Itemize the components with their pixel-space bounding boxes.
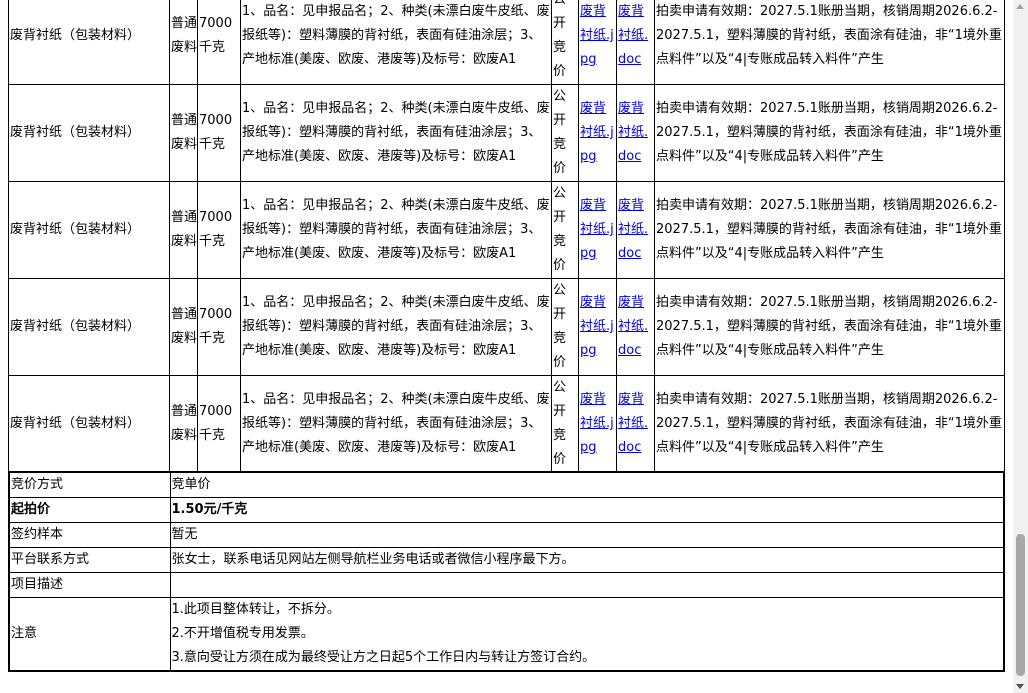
bid-method-label: 竞价方式 bbox=[8, 471, 171, 498]
scroll-down-arrow-icon[interactable] bbox=[1016, 684, 1024, 689]
description-label: 项目描述 bbox=[8, 572, 171, 598]
note-line: 1.此项目整体转让，不拆分。 bbox=[171, 602, 340, 617]
item-quantity-cell: 7000千克 bbox=[197, 181, 241, 279]
item-quantity-cell: 7000千克 bbox=[197, 84, 241, 182]
description-value bbox=[169, 572, 1005, 598]
contact-label: 平台联系方式 bbox=[8, 547, 171, 573]
item-remark-cell: 拍卖申请有效期：2027.5.1账册当期，核销周期2026.6.2-2027.5… bbox=[654, 278, 1005, 376]
item-category-cell: 普通废料 bbox=[169, 375, 198, 473]
item-doc-link[interactable]: 废背衬纸.doc bbox=[618, 295, 648, 358]
notes-cell: 1.此项目整体转让，不拆分。 2.不开增值税专用发票。 3.意向受让方须在成为最… bbox=[169, 597, 1005, 672]
item-name-cell: 废背衬纸（包装材料） bbox=[8, 0, 170, 85]
item-doc-link[interactable]: 废背衬纸.doc bbox=[618, 392, 648, 455]
table-row: 废背衬纸（包装材料） 普通废料 7000千克 1、品名：见申报品名；2、种类(未漂白废… bbox=[8, 84, 1005, 182]
item-image-link[interactable]: 废背衬纸.jpg bbox=[580, 392, 614, 455]
item-method-cell: 公开竞价 bbox=[551, 84, 579, 182]
item-method-cell: 公开竞价 bbox=[551, 375, 579, 473]
item-category-cell: 普通废料 bbox=[169, 278, 198, 376]
item-doc-link[interactable]: 废背衬纸.doc bbox=[618, 198, 648, 261]
item-doc-link-wrapper: 废背衬纸.doc bbox=[616, 375, 655, 473]
item-category-cell: 普通废料 bbox=[169, 0, 198, 85]
item-image-link-wrapper: 废背衬纸.jpg bbox=[578, 84, 617, 182]
item-image-link[interactable]: 废背衬纸.jpg bbox=[580, 101, 614, 164]
start-price-value: 1.50元/千克 bbox=[169, 497, 1005, 523]
contact-row: 平台联系方式 张女士，联系电话见网站左侧导航栏业务电话或者微信小程序最下方。 bbox=[8, 547, 1005, 573]
contact-value: 张女士，联系电话见网站左侧导航栏业务电话或者微信小程序最下方。 bbox=[169, 547, 1005, 573]
table-row: 废背衬纸（包装材料） 普通废料 7000千克 1、品名：见申报品名；2、种类(未漂白废… bbox=[8, 181, 1005, 279]
item-category-cell: 普通废料 bbox=[169, 84, 198, 182]
notes-label: 注意 bbox=[8, 597, 171, 672]
item-spec-cell: 1、品名：见申报品名；2、种类(未漂白废牛皮纸、废报纸等)：塑料薄膜的背衬纸，表… bbox=[240, 375, 552, 473]
item-quantity-cell: 7000千克 bbox=[197, 278, 241, 376]
item-name-cell: 废背衬纸（包装材料） bbox=[8, 278, 170, 376]
item-method-cell: 公开竞价 bbox=[551, 0, 579, 85]
item-image-link-wrapper: 废背衬纸.jpg bbox=[578, 0, 617, 85]
item-doc-link[interactable]: 废背衬纸.doc bbox=[618, 4, 648, 67]
note-line: 3.意向受让方须在成为最终受让方之日起5个工作日内与转让方签订合约。 bbox=[171, 650, 596, 665]
item-spec-cell: 1、品名：见申报品名；2、种类(未漂白废牛皮纸、废报纸等)：塑料薄膜的背衬纸，表… bbox=[240, 0, 552, 85]
item-doc-link-wrapper: 废背衬纸.doc bbox=[616, 84, 655, 182]
item-image-link-wrapper: 废背衬纸.jpg bbox=[578, 278, 617, 376]
item-doc-link-wrapper: 废背衬纸.doc bbox=[616, 0, 655, 85]
bid-method-value: 竞单价 bbox=[169, 471, 1005, 498]
contract-sample-row: 签约样本 暂无 bbox=[8, 522, 1005, 548]
contract-sample-value: 暂无 bbox=[169, 522, 1005, 548]
item-doc-link-wrapper: 废背衬纸.doc bbox=[616, 181, 655, 279]
item-method-cell: 公开竞价 bbox=[551, 181, 579, 279]
item-image-link-wrapper: 废背衬纸.jpg bbox=[578, 375, 617, 473]
item-name-cell: 废背衬纸（包装材料） bbox=[8, 181, 170, 279]
notes-row: 注意 1.此项目整体转让，不拆分。 2.不开增值税专用发票。 3.意向受让方须在… bbox=[8, 597, 1005, 672]
item-image-link[interactable]: 废背衬纸.jpg bbox=[580, 198, 614, 261]
item-name-cell: 废背衬纸（包装材料） bbox=[8, 375, 170, 473]
item-quantity-cell: 7000千克 bbox=[197, 375, 241, 473]
item-image-link[interactable]: 废背衬纸.jpg bbox=[580, 295, 614, 358]
item-spec-cell: 1、品名：见申报品名；2、种类(未漂白废牛皮纸、废报纸等)：塑料薄膜的背衬纸，表… bbox=[240, 278, 552, 376]
table-row: 废背衬纸（包装材料） 普通废料 7000千克 1、品名：见申报品名；2、种类(未漂白废… bbox=[8, 278, 1005, 376]
item-image-link[interactable]: 废背衬纸.jpg bbox=[580, 4, 614, 67]
item-image-link-wrapper: 废背衬纸.jpg bbox=[578, 181, 617, 279]
project-info-table: 竞价方式 竞单价 起拍价 1.50元/千克 签约样本 暂无 平台联系方式 张女士… bbox=[8, 471, 1005, 672]
item-name-cell: 废背衬纸（包装材料） bbox=[8, 84, 170, 182]
item-method-cell: 公开竞价 bbox=[551, 278, 579, 376]
item-remark-cell: 拍卖申请有效期：2027.5.1账册当期，核销周期2026.6.2-2027.5… bbox=[654, 375, 1005, 473]
item-remark-cell: 拍卖申请有效期：2027.5.1账册当期，核销周期2026.6.2-2027.5… bbox=[654, 0, 1005, 85]
item-spec-cell: 1、品名：见申报品名；2、种类(未漂白废牛皮纸、废报纸等)：塑料薄膜的背衬纸，表… bbox=[240, 84, 552, 182]
item-remark-cell: 拍卖申请有效期：2027.5.1账册当期，核销周期2026.6.2-2027.5… bbox=[654, 84, 1005, 182]
vertical-scrollbar[interactable] bbox=[1013, 0, 1028, 693]
start-price-label: 起拍价 bbox=[8, 497, 171, 523]
note-line: 2.不开增值税专用发票。 bbox=[171, 626, 314, 641]
item-remark-cell: 拍卖申请有效期：2027.5.1账册当期，核销周期2026.6.2-2027.5… bbox=[654, 181, 1005, 279]
page-content: 废背衬纸（包装材料） 普通废料 7000千克 1、品名：见申报品名；2、种类(未漂白废… bbox=[0, 0, 1012, 693]
scroll-up-arrow-icon[interactable] bbox=[1016, 4, 1024, 9]
item-quantity-cell: 7000千克 bbox=[197, 0, 241, 85]
start-price-row: 起拍价 1.50元/千克 bbox=[8, 497, 1005, 523]
scroll-thumb[interactable] bbox=[1016, 534, 1025, 676]
item-doc-link[interactable]: 废背衬纸.doc bbox=[618, 101, 648, 164]
bid-method-row: 竞价方式 竞单价 bbox=[8, 471, 1005, 498]
table-row: 废背衬纸（包装材料） 普通废料 7000千克 1、品名：见申报品名；2、种类(未漂白废… bbox=[8, 0, 1005, 85]
table-row: 废背衬纸（包装材料） 普通废料 7000千克 1、品名：见申报品名；2、种类(未漂白废… bbox=[8, 375, 1005, 473]
items-table: 废背衬纸（包装材料） 普通废料 7000千克 1、品名：见申报品名；2、种类(未漂白废… bbox=[8, 0, 1005, 473]
contract-sample-label: 签约样本 bbox=[8, 522, 171, 548]
item-spec-cell: 1、品名：见申报品名；2、种类(未漂白废牛皮纸、废报纸等)：塑料薄膜的背衬纸，表… bbox=[240, 181, 552, 279]
description-row: 项目描述 bbox=[8, 572, 1005, 598]
item-category-cell: 普通废料 bbox=[169, 181, 198, 279]
item-doc-link-wrapper: 废背衬纸.doc bbox=[616, 278, 655, 376]
